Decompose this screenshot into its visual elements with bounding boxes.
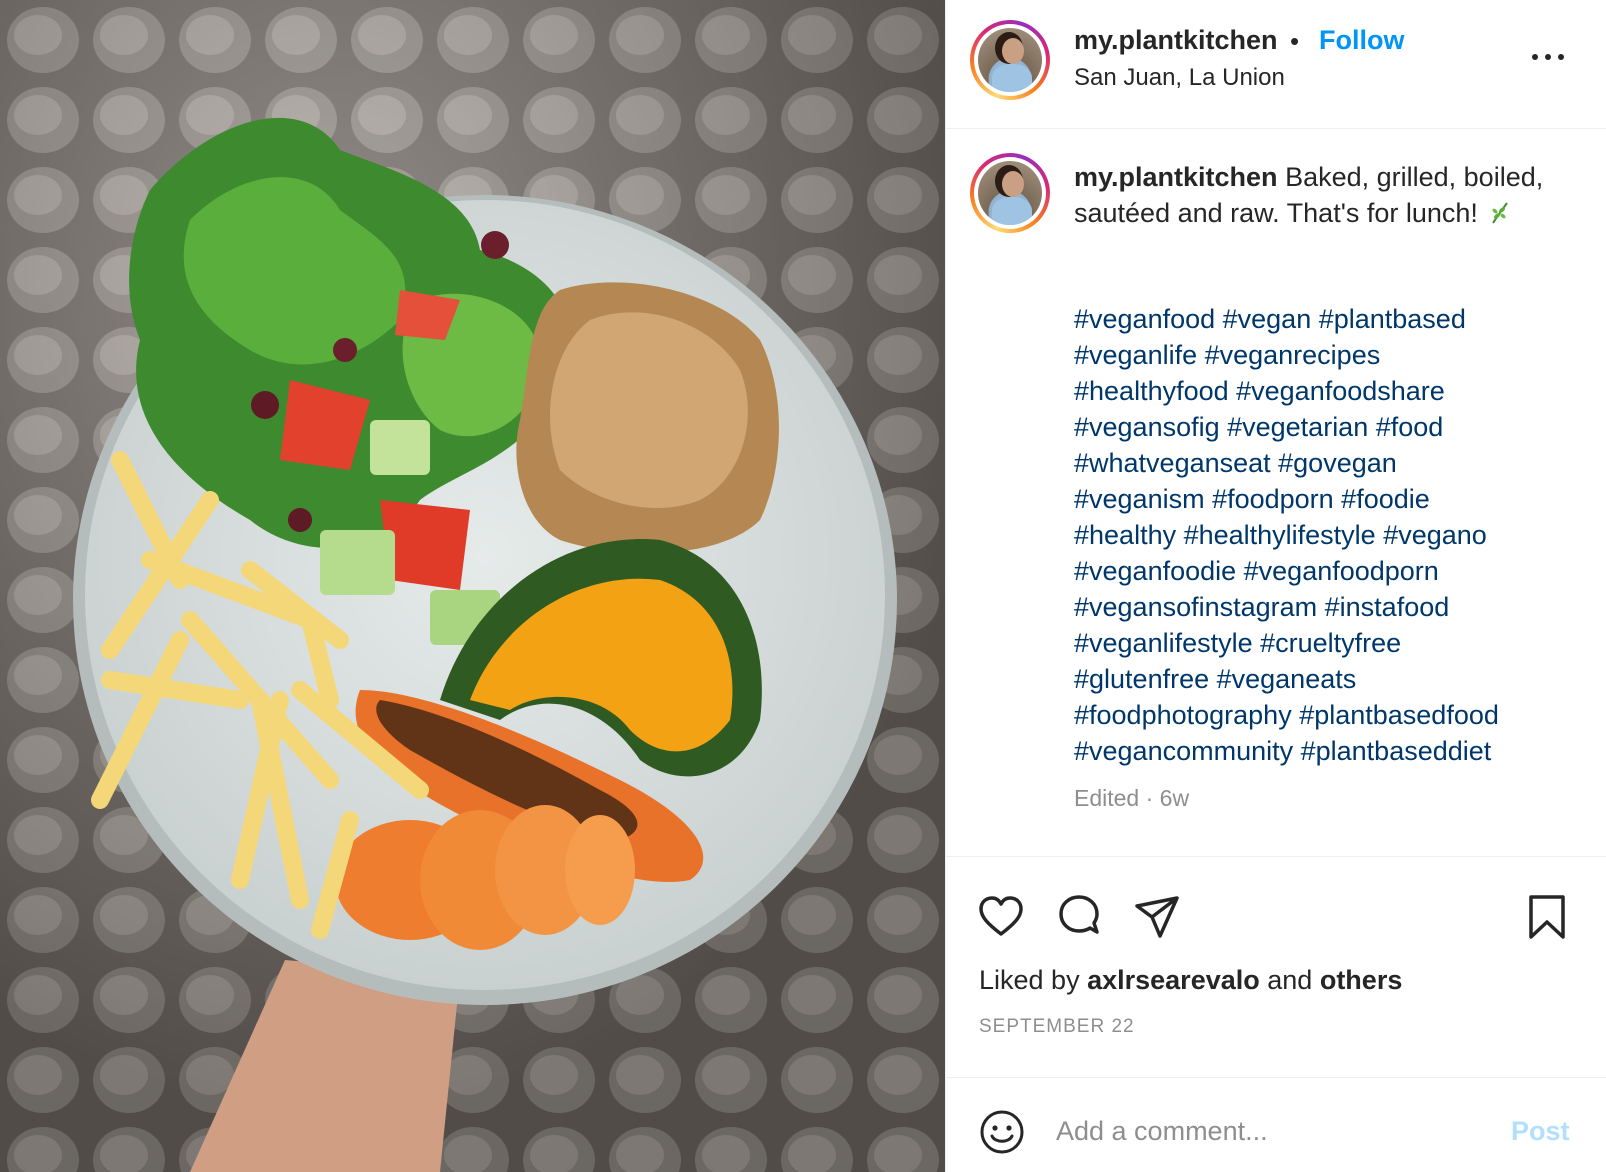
comment-icon[interactable] [1054,892,1104,942]
liked-by-prefix: Liked by [979,965,1080,995]
hashtag-line[interactable]: #veganism #foodporn #foodie [1074,481,1584,517]
post-photo[interactable] [0,0,945,1172]
hashtag-line[interactable]: #vegancommunity #plantbaseddiet [1074,733,1584,769]
comment-bar: Post [946,1079,1606,1172]
hashtag-line[interactable]: #healthyfood #veganfoodshare [1074,373,1584,409]
hashtag-line[interactable]: #veganfood #vegan #plantbased [1074,301,1584,337]
avatar[interactable] [970,20,1050,100]
caption-text: my.plantkitchen Baked, grilled, boiled, … [1074,159,1584,231]
post-comment-button[interactable]: Post [1511,1116,1570,1147]
hashtag-line[interactable]: #vegansofinstagram #instafood [1074,589,1584,625]
share-icon[interactable] [1132,892,1182,942]
follow-button[interactable]: Follow [1319,25,1404,56]
bookmark-icon[interactable] [1522,892,1572,942]
hashtag-line[interactable]: #healthy #healthylifestyle #vegano [1074,517,1584,553]
heart-icon[interactable] [976,892,1026,942]
herb-leaf-icon [1492,202,1509,224]
smiley-icon[interactable] [979,1109,1025,1155]
vegan-lunch-plate-image [0,0,945,1172]
hashtag-line[interactable]: #veganlife #veganrecipes [1074,337,1584,373]
avatar-photo [978,28,1042,92]
liked-by-and: and [1267,965,1313,995]
header-username[interactable]: my.plantkitchen [1074,25,1278,56]
hashtag-line[interactable]: #veganfoodie #veganfoodporn [1074,553,1584,589]
hashtag-line[interactable]: #foodphotography #plantbasedfood [1074,697,1584,733]
hashtag-line[interactable]: #glutenfree #veganeats [1074,661,1584,697]
hashtag-line[interactable]: #whatveganseat #govegan [1074,445,1584,481]
hashtag-line[interactable]: #vegansofig #vegetarian #food [1074,409,1584,445]
hashtags: #veganfood #vegan #plantbased #veganlife… [1074,301,1584,769]
separator-dot: • [1290,26,1300,56]
more-dots-icon[interactable] [1528,42,1568,72]
liked-by: Liked by axlrsearevalo and others [979,965,1402,996]
post-date[interactable]: SEPTEMBER 22 [979,1016,1135,1038]
location-link[interactable]: San Juan, La Union [1074,64,1285,92]
post-caption: my.plantkitchen Baked, grilled, boiled, … [946,130,1606,857]
comment-input[interactable] [1056,1103,1486,1159]
avatar-photo [978,161,1042,225]
post-side-panel: my.plantkitchen • Follow San Juan, La Un… [945,0,1606,1172]
caption-avatar[interactable] [970,153,1050,233]
edited-timestamp: Edited · 6w [1074,785,1190,811]
post-actions: Liked by axlrsearevalo and others SEPTEM… [946,858,1606,1078]
instagram-post: my.plantkitchen • Follow San Juan, La Un… [0,0,1606,1172]
liked-by-others[interactable]: others [1320,965,1403,995]
hashtag-line[interactable]: #veganlifestyle #crueltyfree [1074,625,1584,661]
liked-by-user[interactable]: axlrsearevalo [1087,965,1260,995]
caption-username[interactable]: my.plantkitchen [1074,162,1278,192]
post-header: my.plantkitchen • Follow San Juan, La Un… [946,0,1606,129]
